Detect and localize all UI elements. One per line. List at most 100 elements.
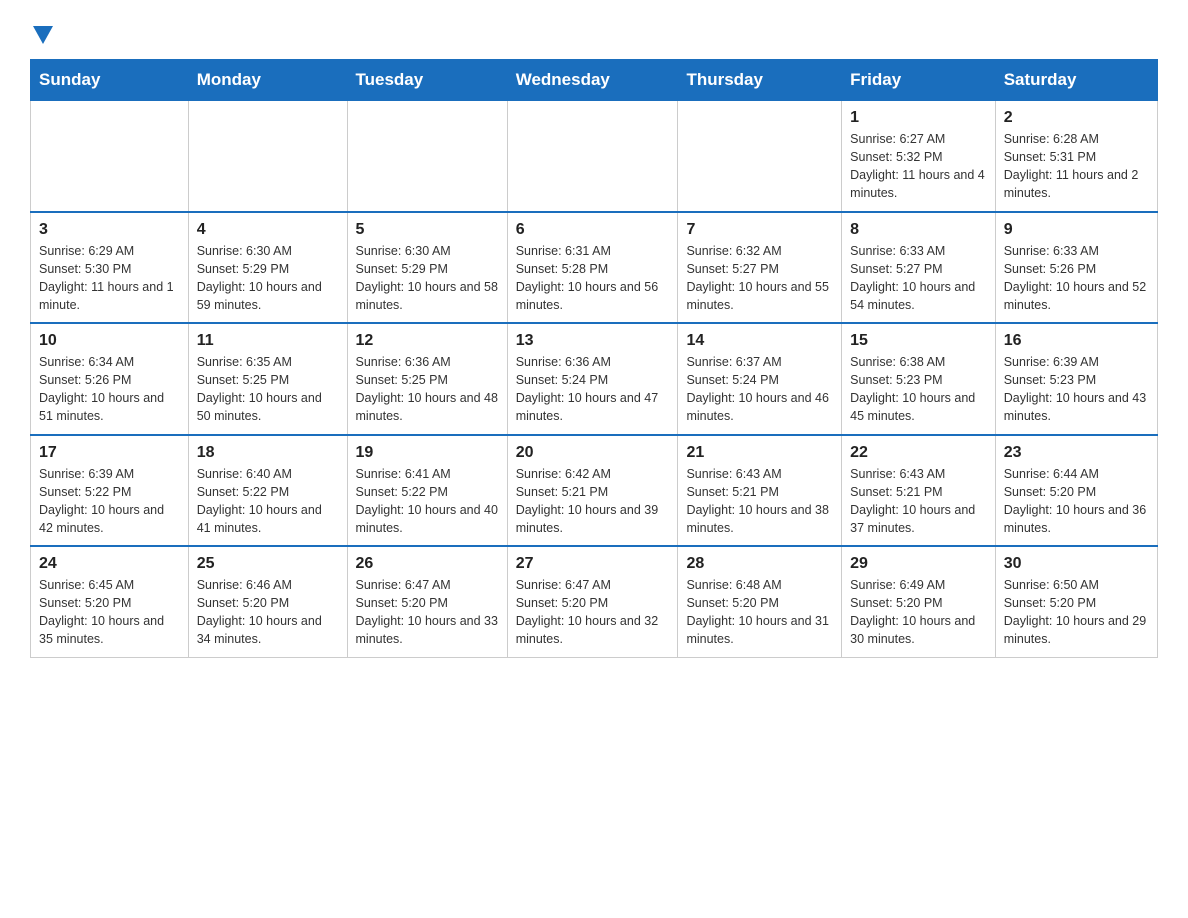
cell-info: Sunrise: 6:41 AM Sunset: 5:22 PM Dayligh… xyxy=(356,465,499,538)
calendar-cell: 20 Sunrise: 6:42 AM Sunset: 5:21 PM Dayli… xyxy=(507,435,678,547)
cell-info: Sunrise: 6:33 AM Sunset: 5:27 PM Dayligh… xyxy=(850,242,987,315)
cell-info: Sunrise: 6:39 AM Sunset: 5:23 PM Dayligh… xyxy=(1004,353,1149,426)
calendar-cell: 3 Sunrise: 6:29 AM Sunset: 5:30 PM Daylig… xyxy=(31,212,189,324)
day-number: 22 xyxy=(850,444,987,462)
day-number: 19 xyxy=(356,444,499,462)
day-number: 10 xyxy=(39,332,180,350)
calendar-cell: 8 Sunrise: 6:33 AM Sunset: 5:27 PM Daylig… xyxy=(842,212,996,324)
day-header-friday: Friday xyxy=(842,60,996,101)
cell-info: Sunrise: 6:37 AM Sunset: 5:24 PM Dayligh… xyxy=(686,353,833,426)
day-header-wednesday: Wednesday xyxy=(507,60,678,101)
calendar-cell xyxy=(678,101,842,212)
day-header-sunday: Sunday xyxy=(31,60,189,101)
calendar-week-row: 3 Sunrise: 6:29 AM Sunset: 5:30 PM Daylig… xyxy=(31,212,1158,324)
day-number: 7 xyxy=(686,221,833,239)
day-number: 21 xyxy=(686,444,833,462)
calendar-table: SundayMondayTuesdayWednesdayThursdayFrid… xyxy=(30,59,1158,658)
calendar-cell: 5 Sunrise: 6:30 AM Sunset: 5:29 PM Daylig… xyxy=(347,212,507,324)
cell-info: Sunrise: 6:46 AM Sunset: 5:20 PM Dayligh… xyxy=(197,576,339,649)
cell-info: Sunrise: 6:42 AM Sunset: 5:21 PM Dayligh… xyxy=(516,465,670,538)
calendar-cell: 10 Sunrise: 6:34 AM Sunset: 5:26 PM Dayli… xyxy=(31,323,189,435)
cell-info: Sunrise: 6:34 AM Sunset: 5:26 PM Dayligh… xyxy=(39,353,180,426)
day-number: 28 xyxy=(686,555,833,573)
day-number: 23 xyxy=(1004,444,1149,462)
day-number: 27 xyxy=(516,555,670,573)
calendar-cell: 11Sunrise: 6:35 AM Sunset: 5:25 PM Dayli… xyxy=(188,323,347,435)
day-number: 2 xyxy=(1004,109,1149,127)
calendar-cell: 9Sunrise: 6:33 AM Sunset: 5:26 PM Daylig… xyxy=(995,212,1157,324)
calendar-cell xyxy=(507,101,678,212)
cell-info: Sunrise: 6:50 AM Sunset: 5:20 PM Dayligh… xyxy=(1004,576,1149,649)
day-header-tuesday: Tuesday xyxy=(347,60,507,101)
day-number: 25 xyxy=(197,555,339,573)
calendar-cell: 24Sunrise: 6:45 AM Sunset: 5:20 PM Dayli… xyxy=(31,546,189,657)
calendar-cell: 7 Sunrise: 6:32 AM Sunset: 5:27 PM Daylig… xyxy=(678,212,842,324)
calendar-cell: 22 Sunrise: 6:43 AM Sunset: 5:21 PM Dayli… xyxy=(842,435,996,547)
calendar-cell: 23 Sunrise: 6:44 AM Sunset: 5:20 PM Dayli… xyxy=(995,435,1157,547)
cell-info: Sunrise: 6:39 AM Sunset: 5:22 PM Dayligh… xyxy=(39,465,180,538)
day-number: 30 xyxy=(1004,555,1149,573)
day-number: 1 xyxy=(850,109,987,127)
cell-info: Sunrise: 6:44 AM Sunset: 5:20 PM Dayligh… xyxy=(1004,465,1149,538)
cell-info: Sunrise: 6:27 AM Sunset: 5:32 PM Dayligh… xyxy=(850,130,987,203)
day-number: 29 xyxy=(850,555,987,573)
day-number: 4 xyxy=(197,221,339,239)
calendar-week-row: 24Sunrise: 6:45 AM Sunset: 5:20 PM Dayli… xyxy=(31,546,1158,657)
calendar-cell: 15Sunrise: 6:38 AM Sunset: 5:23 PM Dayli… xyxy=(842,323,996,435)
cell-info: Sunrise: 6:36 AM Sunset: 5:25 PM Dayligh… xyxy=(356,353,499,426)
cell-info: Sunrise: 6:33 AM Sunset: 5:26 PM Dayligh… xyxy=(1004,242,1149,315)
day-number: 12 xyxy=(356,332,499,350)
cell-info: Sunrise: 6:32 AM Sunset: 5:27 PM Dayligh… xyxy=(686,242,833,315)
calendar-cell: 30 Sunrise: 6:50 AM Sunset: 5:20 PM Dayli… xyxy=(995,546,1157,657)
cell-info: Sunrise: 6:30 AM Sunset: 5:29 PM Dayligh… xyxy=(356,242,499,315)
cell-info: Sunrise: 6:28 AM Sunset: 5:31 PM Dayligh… xyxy=(1004,130,1149,203)
day-number: 17 xyxy=(39,444,180,462)
calendar-cell: 17 Sunrise: 6:39 AM Sunset: 5:22 PM Dayli… xyxy=(31,435,189,547)
day-header-monday: Monday xyxy=(188,60,347,101)
calendar-cell: 29Sunrise: 6:49 AM Sunset: 5:20 PM Dayli… xyxy=(842,546,996,657)
day-number: 3 xyxy=(39,221,180,239)
day-header-saturday: Saturday xyxy=(995,60,1157,101)
calendar-cell: 28 Sunrise: 6:48 AM Sunset: 5:20 PM Dayli… xyxy=(678,546,842,657)
calendar-cell: 21 Sunrise: 6:43 AM Sunset: 5:21 PM Dayli… xyxy=(678,435,842,547)
cell-info: Sunrise: 6:47 AM Sunset: 5:20 PM Dayligh… xyxy=(516,576,670,649)
cell-info: Sunrise: 6:36 AM Sunset: 5:24 PM Dayligh… xyxy=(516,353,670,426)
calendar-cell: 13 Sunrise: 6:36 AM Sunset: 5:24 PM Dayli… xyxy=(507,323,678,435)
calendar-cell: 27 Sunrise: 6:47 AM Sunset: 5:20 PM Dayli… xyxy=(507,546,678,657)
day-number: 8 xyxy=(850,221,987,239)
day-number: 26 xyxy=(356,555,499,573)
calendar-cell: 2 Sunrise: 6:28 AM Sunset: 5:31 PM Daylig… xyxy=(995,101,1157,212)
calendar-cell: 16 Sunrise: 6:39 AM Sunset: 5:23 PM Dayli… xyxy=(995,323,1157,435)
cell-info: Sunrise: 6:43 AM Sunset: 5:21 PM Dayligh… xyxy=(850,465,987,538)
logo xyxy=(30,20,53,39)
day-number: 16 xyxy=(1004,332,1149,350)
day-number: 5 xyxy=(356,221,499,239)
day-number: 24 xyxy=(39,555,180,573)
cell-info: Sunrise: 6:30 AM Sunset: 5:29 PM Dayligh… xyxy=(197,242,339,315)
calendar-cell xyxy=(188,101,347,212)
calendar-cell xyxy=(31,101,189,212)
calendar-week-row: 10 Sunrise: 6:34 AM Sunset: 5:26 PM Dayli… xyxy=(31,323,1158,435)
calendar-cell: 14Sunrise: 6:37 AM Sunset: 5:24 PM Dayli… xyxy=(678,323,842,435)
calendar-cell: 26Sunrise: 6:47 AM Sunset: 5:20 PM Dayli… xyxy=(347,546,507,657)
logo-triangle-icon xyxy=(33,26,53,44)
day-number: 20 xyxy=(516,444,670,462)
cell-info: Sunrise: 6:29 AM Sunset: 5:30 PM Dayligh… xyxy=(39,242,180,315)
cell-info: Sunrise: 6:43 AM Sunset: 5:21 PM Dayligh… xyxy=(686,465,833,538)
day-number: 6 xyxy=(516,221,670,239)
day-number: 15 xyxy=(850,332,987,350)
cell-info: Sunrise: 6:35 AM Sunset: 5:25 PM Dayligh… xyxy=(197,353,339,426)
page-header xyxy=(30,20,1158,39)
day-header-thursday: Thursday xyxy=(678,60,842,101)
calendar-cell: 12 Sunrise: 6:36 AM Sunset: 5:25 PM Dayli… xyxy=(347,323,507,435)
cell-info: Sunrise: 6:40 AM Sunset: 5:22 PM Dayligh… xyxy=(197,465,339,538)
day-number: 13 xyxy=(516,332,670,350)
cell-info: Sunrise: 6:31 AM Sunset: 5:28 PM Dayligh… xyxy=(516,242,670,315)
calendar-cell: 1 Sunrise: 6:27 AM Sunset: 5:32 PM Daylig… xyxy=(842,101,996,212)
calendar-header-row: SundayMondayTuesdayWednesdayThursdayFrid… xyxy=(31,60,1158,101)
calendar-cell xyxy=(347,101,507,212)
cell-info: Sunrise: 6:48 AM Sunset: 5:20 PM Dayligh… xyxy=(686,576,833,649)
calendar-cell: 6 Sunrise: 6:31 AM Sunset: 5:28 PM Daylig… xyxy=(507,212,678,324)
calendar-cell: 4 Sunrise: 6:30 AM Sunset: 5:29 PM Daylig… xyxy=(188,212,347,324)
calendar-cell: 19 Sunrise: 6:41 AM Sunset: 5:22 PM Dayli… xyxy=(347,435,507,547)
